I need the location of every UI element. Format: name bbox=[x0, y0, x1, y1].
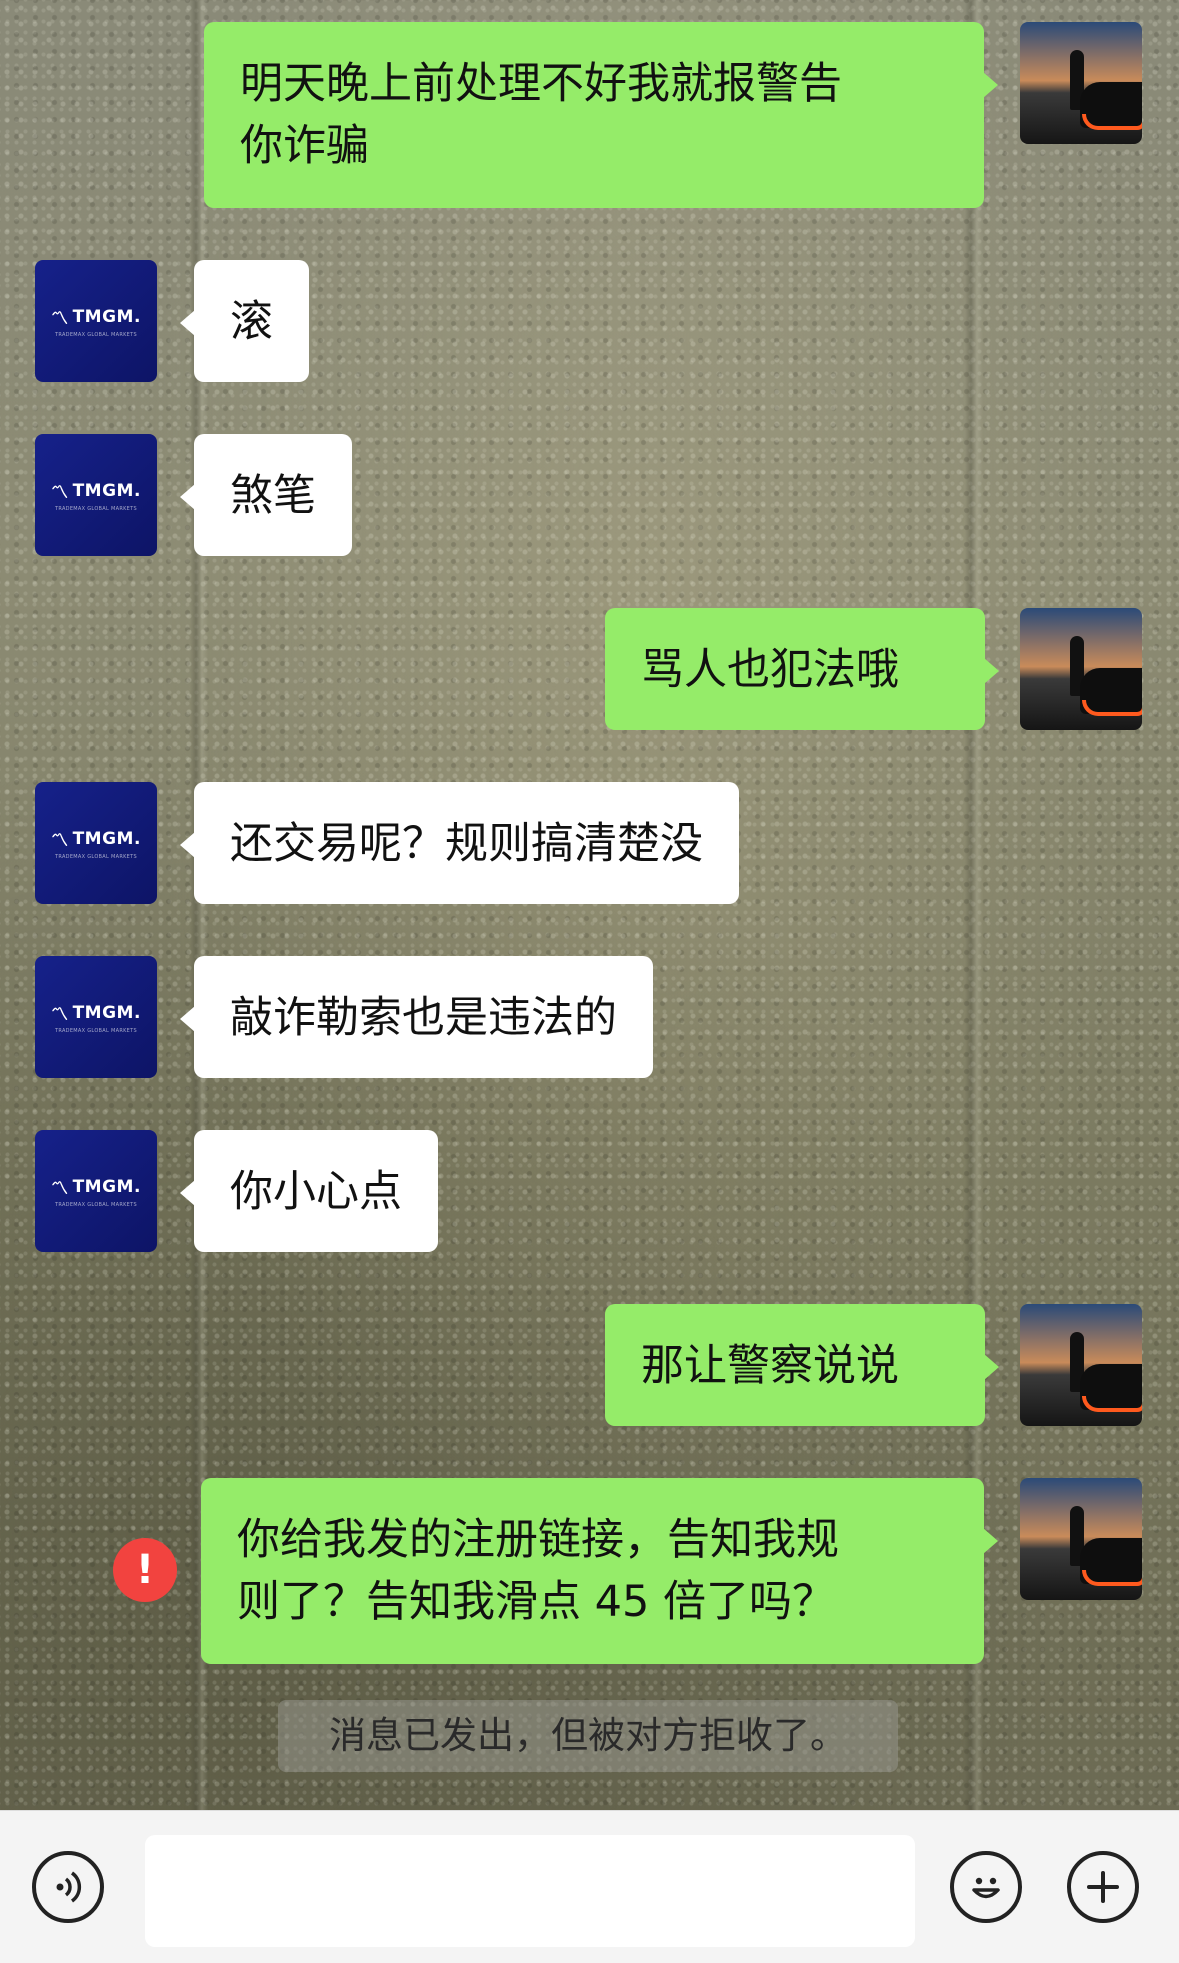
my-avatar[interactable] bbox=[1020, 1478, 1142, 1600]
message-text: 你小心点 bbox=[230, 1167, 402, 1217]
message-bubble-outgoing[interactable]: 明天晚上前处理不好我就报警告 你诈骗 bbox=[204, 22, 998, 208]
message-bubble-incoming[interactable]: 滚 bbox=[180, 260, 309, 382]
message-bubble-incoming[interactable]: 你小心点 bbox=[180, 1130, 438, 1252]
contact-avatar[interactable]: 〽 TMGM. TRADEMAX GLOBAL MARKETS bbox=[35, 434, 157, 556]
more-options-button[interactable] bbox=[1067, 1851, 1139, 1923]
message-text: 明天晚上前处理不好我就报警告 bbox=[240, 59, 842, 109]
my-avatar[interactable] bbox=[1020, 1304, 1142, 1426]
chat-input-bar bbox=[0, 1810, 1179, 1963]
message-bubble-incoming[interactable]: 还交易呢？规则搞清楚没 bbox=[180, 782, 739, 904]
chart-logo-icon: 〽 bbox=[51, 309, 69, 329]
emoji-button[interactable] bbox=[950, 1851, 1022, 1923]
message-bubble-incoming[interactable]: 敲诈勒索也是违法的 bbox=[180, 956, 653, 1078]
message-text: 骂人也犯法哦 bbox=[641, 645, 899, 695]
system-notice: 消息已发出，但被对方拒收了。 bbox=[278, 1700, 898, 1772]
my-avatar[interactable] bbox=[1020, 22, 1142, 144]
smiley-icon bbox=[972, 1877, 1000, 1899]
message-text: 则了？告知我滑点 45 倍了吗？ bbox=[237, 1577, 836, 1627]
message-text: 煞笔 bbox=[230, 471, 316, 521]
message-text: 那让警察说说 bbox=[641, 1341, 899, 1391]
message-bubble-incoming[interactable]: 煞笔 bbox=[180, 434, 352, 556]
message-text: 滚 bbox=[230, 297, 273, 347]
message-bubble-outgoing[interactable]: 那让警察说说 bbox=[605, 1304, 999, 1426]
message-text: 你给我发的注册链接，告知我规 bbox=[237, 1515, 839, 1565]
plus-icon bbox=[1087, 1871, 1119, 1903]
message-text: 敲诈勒索也是违法的 bbox=[230, 993, 617, 1043]
chart-logo-icon: 〽 bbox=[51, 1179, 69, 1199]
contact-avatar[interactable]: 〽 TMGM. TRADEMAX GLOBAL MARKETS bbox=[35, 1130, 157, 1252]
message-bubble-outgoing[interactable]: 你给我发的注册链接，告知我规 则了？告知我滑点 45 倍了吗？ bbox=[201, 1478, 998, 1664]
chart-logo-icon: 〽 bbox=[51, 831, 69, 851]
message-input[interactable] bbox=[145, 1835, 915, 1947]
chart-logo-icon: 〽 bbox=[51, 483, 69, 503]
send-failed-icon[interactable]: ! bbox=[113, 1538, 177, 1602]
message-bubble-outgoing[interactable]: 骂人也犯法哦 bbox=[605, 608, 999, 730]
chart-logo-icon: 〽 bbox=[51, 1005, 69, 1025]
my-avatar[interactable] bbox=[1020, 608, 1142, 730]
contact-avatar[interactable]: 〽 TMGM. TRADEMAX GLOBAL MARKETS bbox=[35, 782, 157, 904]
contact-avatar[interactable]: 〽 TMGM. TRADEMAX GLOBAL MARKETS bbox=[35, 260, 157, 382]
contact-avatar[interactable]: 〽 TMGM. TRADEMAX GLOBAL MARKETS bbox=[35, 956, 157, 1078]
message-text: 你诈骗 bbox=[240, 121, 369, 171]
message-text: 还交易呢？规则搞清楚没 bbox=[230, 819, 703, 869]
voice-icon bbox=[56, 1871, 82, 1903]
voice-button[interactable] bbox=[32, 1851, 104, 1923]
